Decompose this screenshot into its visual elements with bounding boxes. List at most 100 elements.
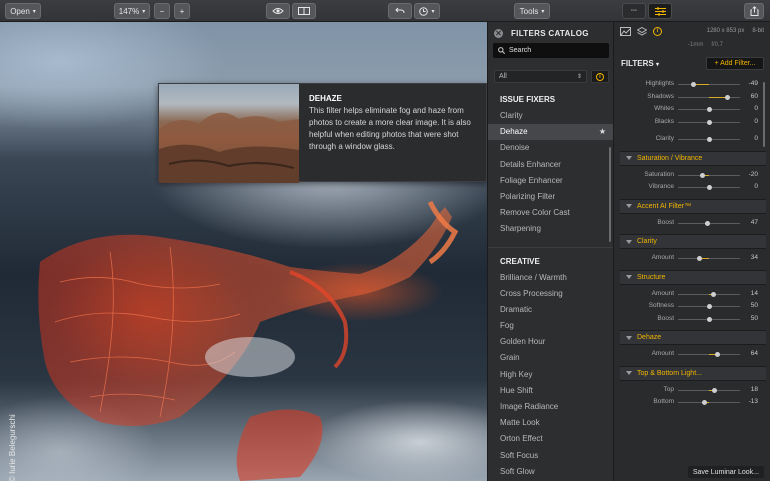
- disclosure-triangle-icon[interactable]: [626, 335, 632, 340]
- filter-item-golden-hour[interactable]: Golden Hour: [488, 334, 613, 350]
- slider-shadows[interactable]: Shadows 60: [620, 91, 766, 104]
- filter-item-dramatic[interactable]: Dramatic: [488, 302, 613, 318]
- filter-item-foliage-enhancer[interactable]: Foliage Enhancer: [488, 173, 613, 189]
- catalog-title: FILTERS CATALOG: [511, 28, 589, 38]
- histogram-icon[interactable]: [620, 27, 631, 36]
- info-icon[interactable]: i: [653, 27, 662, 36]
- slider-handle[interactable]: [706, 185, 712, 190]
- slider-bottom[interactable]: Bottom -13: [620, 396, 766, 409]
- slider-handle[interactable]: [702, 400, 708, 405]
- disclosure-triangle-icon[interactable]: [626, 204, 632, 208]
- filter-item-fog[interactable]: Fog: [488, 318, 613, 334]
- catalog-scrollbar[interactable]: [609, 147, 611, 242]
- filter-item-orton-effect[interactable]: Orton Effect: [488, 431, 613, 447]
- filter-item-matte-look[interactable]: Matte Look: [488, 415, 613, 431]
- slider-handle[interactable]: [696, 256, 702, 261]
- add-filter-button[interactable]: + Add Filter...: [706, 57, 764, 70]
- disclosure-triangle-icon[interactable]: [626, 371, 632, 375]
- filters-panel-toggle[interactable]: [648, 3, 672, 19]
- slider-handle[interactable]: [706, 316, 712, 322]
- slider-track[interactable]: [678, 258, 740, 259]
- slider-label: Amount: [651, 254, 674, 261]
- slider-amount[interactable]: Amount 64: [620, 348, 766, 361]
- filter-item-sharpening[interactable]: Sharpening: [488, 221, 613, 237]
- filter-item-grain[interactable]: Grain: [488, 350, 613, 366]
- slider-handle[interactable]: [725, 94, 731, 100]
- filter-section-top-bottom-light[interactable]: Top & Bottom Light...: [620, 365, 766, 381]
- slider-track[interactable]: [678, 174, 740, 176]
- zoom-select[interactable]: 147% ▾: [114, 3, 150, 19]
- filter-item-hue-shift[interactable]: Hue Shift: [488, 383, 613, 399]
- slider-clarity[interactable]: Clarity 0: [620, 133, 766, 146]
- filter-section-dehaze[interactable]: Dehaze: [620, 330, 766, 345]
- filter-item-soft-focus[interactable]: Soft Focus: [488, 448, 613, 464]
- catalog-search-input[interactable]: Search: [493, 43, 609, 58]
- disclosure-triangle-icon[interactable]: [626, 275, 632, 279]
- filter-section-accent-ai-filter[interactable]: Accent AI Filter™: [620, 198, 766, 214]
- filter-item-soft-glow[interactable]: Soft Glow: [488, 464, 613, 480]
- slider-label: Shadows: [647, 92, 674, 100]
- save-luminar-look-button[interactable]: Save Luminar Look...: [687, 466, 764, 478]
- slider-value: 0: [754, 183, 758, 190]
- slider-handle[interactable]: [706, 107, 712, 112]
- slider-vibrance[interactable]: Vibrance 0: [620, 181, 766, 194]
- open-button[interactable]: Open ▾: [5, 3, 41, 19]
- photo-canvas[interactable]: © Iurie Belegurschi DEHAZE This filter h…: [0, 22, 487, 481]
- slider-label: Blacks: [654, 117, 674, 125]
- slider-track[interactable]: [678, 402, 740, 403]
- filter-item-brilliance-warmth[interactable]: Brilliance / Warmth: [488, 270, 613, 286]
- slider-whites[interactable]: Whites 0: [620, 103, 766, 116]
- category-select[interactable]: All ⇕: [494, 70, 587, 83]
- preview-button[interactable]: [266, 3, 290, 19]
- filter-item-high-key[interactable]: High Key: [488, 367, 613, 383]
- filter-item-clarity[interactable]: Clarity: [488, 108, 613, 124]
- filter-item-remove-color-cast[interactable]: Remove Color Cast: [488, 205, 613, 221]
- slider-softness[interactable]: Softness 50: [620, 300, 766, 313]
- panel-scrollbar[interactable]: [763, 82, 765, 147]
- slider-amount[interactable]: Amount 34: [620, 252, 766, 265]
- layers-icon[interactable]: [637, 27, 647, 36]
- disclosure-triangle-icon[interactable]: [626, 156, 632, 160]
- slider-track[interactable]: [678, 84, 740, 85]
- slider-handle[interactable]: [704, 220, 710, 226]
- undo-button[interactable]: [388, 3, 412, 19]
- history-button[interactable]: ▾: [414, 3, 440, 19]
- zoom-in-button[interactable]: +: [174, 3, 190, 19]
- filter-item-cross-processing[interactable]: Cross Processing: [488, 286, 613, 302]
- catalog-info-button[interactable]: i: [591, 70, 609, 83]
- slider-handle[interactable]: [715, 352, 721, 357]
- filter-item-image-radiance[interactable]: Image Radiance: [488, 399, 613, 415]
- slider-handle[interactable]: [706, 304, 712, 309]
- filter-section-saturation-vibrance[interactable]: Saturation / Vibrance: [620, 150, 766, 166]
- slider-handle[interactable]: [710, 291, 716, 297]
- slider-boost[interactable]: Boost 50: [620, 313, 766, 326]
- slider-boost[interactable]: Boost 47: [620, 217, 766, 230]
- filter-item-dehaze[interactable]: Dehaze ★: [488, 124, 613, 141]
- tools-button[interactable]: Tools ▾: [514, 3, 550, 19]
- slider-highlights[interactable]: Highlights -49: [620, 78, 766, 91]
- slider-blacks[interactable]: Blacks 0: [620, 116, 766, 129]
- filter-preview-tooltip: DEHAZE This filter helps eliminate fog a…: [158, 83, 487, 183]
- slider-handle[interactable]: [706, 137, 712, 142]
- compare-button[interactable]: [292, 3, 316, 19]
- filters-header[interactable]: FILTERS ▾: [621, 59, 659, 68]
- slider-saturation[interactable]: Saturation -20: [620, 169, 766, 182]
- filter-item-denoise[interactable]: Denoise: [488, 140, 613, 156]
- share-button[interactable]: [744, 3, 764, 19]
- filter-section-clarity[interactable]: Clarity: [620, 234, 766, 249]
- slider-handle[interactable]: [700, 172, 706, 178]
- slider-amount[interactable]: Amount 14: [620, 288, 766, 301]
- star-icon[interactable]: ★: [599, 124, 606, 140]
- filter-item-details-enhancer[interactable]: Details Enhancer: [488, 157, 613, 173]
- tooltip-title: DEHAZE: [309, 94, 342, 103]
- slider-handle[interactable]: [691, 82, 696, 87]
- filter-item-polarizing-filter[interactable]: Polarizing Filter: [488, 189, 613, 205]
- zoom-out-button[interactable]: −: [154, 3, 170, 19]
- filmstrip-toggle[interactable]: ◦◦◦: [622, 3, 646, 19]
- disclosure-triangle-icon[interactable]: [626, 239, 632, 244]
- close-icon[interactable]: [494, 28, 503, 38]
- slider-handle[interactable]: [706, 119, 712, 125]
- filter-section-structure[interactable]: Structure: [620, 269, 766, 285]
- slider-top[interactable]: Top 18: [620, 384, 766, 397]
- slider-handle[interactable]: [712, 387, 718, 393]
